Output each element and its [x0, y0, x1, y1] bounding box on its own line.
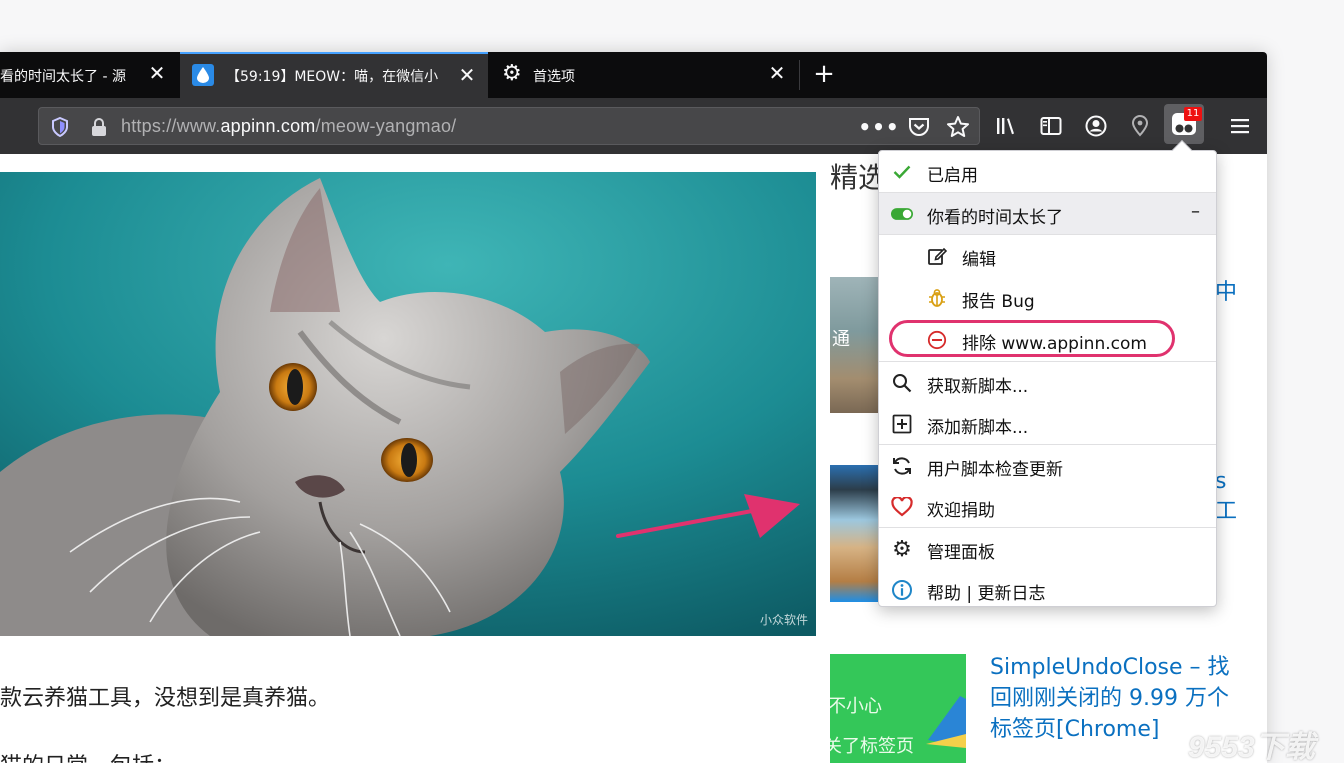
- page-actions-icon[interactable]: •••: [858, 115, 898, 139]
- tab-preferences[interactable]: ⚙ 首选项 ✕: [490, 52, 798, 98]
- new-tab-button[interactable]: +: [810, 60, 838, 90]
- url-bar[interactable]: https://www.appinn.com/meow-yangmao/ •••: [38, 107, 980, 145]
- menu-item-enabled[interactable]: 已启用: [879, 151, 1216, 192]
- info-icon: [891, 579, 913, 601]
- menu-item-report-bug[interactable]: 报告 Bug: [879, 277, 1216, 318]
- refresh-icon: [891, 455, 913, 477]
- userscript-popup-menu: 已启用 你看的时间太长了 – 编辑 报告 Bug 排除 www.appinn.c…: [878, 150, 1217, 607]
- menu-item-exclude[interactable]: 排除 www.appinn.com: [879, 319, 1216, 360]
- cat-photo: 小众软件: [0, 172, 816, 636]
- article-text-line: 猫的日常，包括：: [0, 748, 176, 763]
- menu-item-get-new[interactable]: 获取新脚本...: [879, 362, 1216, 403]
- thumbnail[interactable]: 不小心 关了标签页: [830, 654, 966, 763]
- tab-title: 首选项: [533, 69, 575, 85]
- article-text-line: 款云养猫工具，没想到是真养猫。: [0, 686, 331, 711]
- menu-item-dashboard[interactable]: ⚙ 管理面板: [879, 528, 1216, 569]
- close-icon[interactable]: ✕: [148, 63, 166, 83]
- checkmark-icon: [891, 161, 913, 183]
- account-icon[interactable]: [1083, 114, 1109, 138]
- hamburger-menu-icon[interactable]: [1228, 114, 1252, 138]
- location-pin-icon[interactable]: [1127, 114, 1153, 138]
- toggle-on-icon[interactable]: [891, 203, 913, 225]
- article-link[interactable]: SimpleUndoClose – 找: [990, 652, 1230, 683]
- search-icon: [891, 372, 913, 394]
- close-icon[interactable]: ✕: [458, 65, 476, 85]
- tracking-shield-icon[interactable]: [49, 116, 71, 138]
- article-link[interactable]: 回刚刚关闭的 9.99 万个: [990, 683, 1229, 714]
- menu-item-edit[interactable]: 编辑: [879, 235, 1216, 276]
- gear-icon: ⚙: [892, 536, 912, 562]
- site-watermark: 9553下载: [1188, 731, 1315, 763]
- lock-icon[interactable]: [89, 116, 109, 138]
- no-entry-icon: [926, 329, 948, 351]
- tab-divider: [799, 60, 800, 90]
- menu-item-donate[interactable]: 欢迎捐助: [879, 486, 1216, 527]
- menu-item-script[interactable]: 你看的时间太长了 –: [879, 193, 1216, 234]
- thumbnail[interactable]: 通: [830, 277, 878, 413]
- script-count-badge: 11: [1184, 107, 1202, 121]
- tampermonkey-icon[interactable]: 11: [1164, 104, 1204, 144]
- collapse-icon[interactable]: –: [1191, 201, 1200, 222]
- url-text[interactable]: https://www.appinn.com/meow-yangmao/: [121, 116, 456, 137]
- side-link-fragment[interactable]: 中: [1215, 277, 1237, 308]
- tab-meow[interactable]: 【59:19】MEOW：喵，在微信小 ✕: [180, 52, 488, 98]
- menu-item-add-new[interactable]: 添加新脚本...: [879, 403, 1216, 444]
- close-icon[interactable]: ✕: [768, 63, 786, 83]
- tab-strip: 看的时间太长了 - 源 ✕ 【59:19】MEOW：喵，在微信小 ✕ ⚙ 首选项…: [0, 52, 1267, 98]
- gear-icon: ⚙: [502, 61, 522, 86]
- pocket-icon[interactable]: [907, 115, 931, 139]
- tab-title: 看的时间太长了 - 源: [0, 69, 126, 85]
- heart-icon: [891, 496, 913, 518]
- library-icon[interactable]: [994, 114, 1020, 138]
- plus-square-icon: [891, 413, 913, 435]
- menu-item-check-updates[interactable]: 用户脚本检查更新: [879, 445, 1216, 486]
- sidebar-toggle-icon[interactable]: [1038, 114, 1064, 138]
- side-link-fragment[interactable]: 工: [1215, 496, 1237, 527]
- bug-icon: [926, 287, 948, 309]
- tab-watchtime[interactable]: 看的时间太长了 - 源 ✕: [0, 52, 178, 98]
- article-link[interactable]: 标签页[Chrome]: [990, 714, 1159, 745]
- thumbnail[interactable]: [830, 465, 878, 602]
- navigation-toolbar: https://www.appinn.com/meow-yangmao/ •••…: [0, 98, 1267, 154]
- edit-icon: [926, 245, 948, 267]
- menu-item-help[interactable]: 帮助 | 更新日志: [879, 569, 1216, 610]
- hero-watermark: 小众软件: [759, 613, 808, 627]
- annotation-arrow: [616, 494, 800, 538]
- droplet-icon: [192, 64, 214, 86]
- tab-title: 【59:19】MEOW：喵，在微信小: [226, 69, 439, 85]
- bookmark-star-icon[interactable]: [945, 114, 971, 140]
